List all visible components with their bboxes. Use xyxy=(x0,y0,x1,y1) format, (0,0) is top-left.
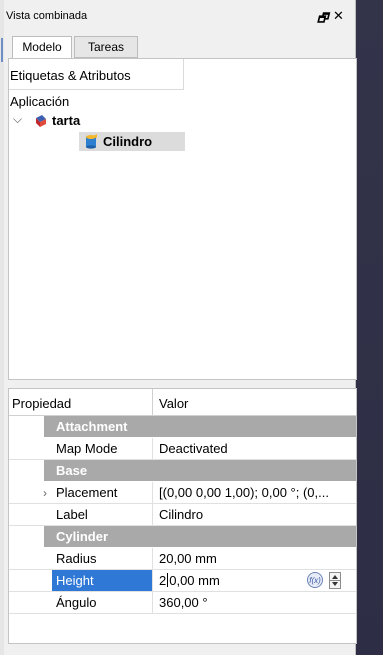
property-key: Radius xyxy=(56,551,97,566)
column-header-property[interactable]: Propiedad xyxy=(12,396,71,411)
application-label: Aplicación xyxy=(10,94,70,109)
height-input[interactable]: 2 0,00 mm xyxy=(159,573,299,588)
group-base[interactable]: Base xyxy=(44,460,356,481)
property-row-radius[interactable]: Radius 20,00 mm xyxy=(9,548,356,570)
property-key: Map Mode xyxy=(56,441,118,456)
combo-view-dock: Vista combinada 🗗 ✕ Modelo Tareas Etique… xyxy=(4,0,357,655)
tree-column-header[interactable]: Etiquetas & Atributos xyxy=(9,59,184,90)
column-header-value[interactable]: Valor xyxy=(159,396,188,411)
column-separator xyxy=(152,592,153,613)
close-icon[interactable]: ✕ xyxy=(333,8,344,24)
dock-title-bar[interactable]: Vista combinada 🗗 ✕ xyxy=(4,8,355,26)
spin-divider xyxy=(330,580,340,581)
group-cylinder[interactable]: Cylinder xyxy=(44,526,356,547)
group-label: Cylinder xyxy=(56,529,109,544)
property-row-angle[interactable]: Ángulo 360,00 ° xyxy=(9,592,356,614)
group-label: Base xyxy=(56,463,88,478)
dock-tab-marker[interactable] xyxy=(1,38,3,62)
document-icon xyxy=(33,113,49,132)
property-key: Placement xyxy=(56,485,118,500)
quantity-spinbox[interactable] xyxy=(329,572,341,589)
tab-modelo[interactable]: Modelo xyxy=(12,36,72,59)
column-separator xyxy=(152,482,153,503)
column-separator xyxy=(152,548,153,569)
value-after-caret: 0,00 mm xyxy=(169,573,220,588)
dock-title: Vista combinada xyxy=(6,10,88,22)
property-value[interactable]: [(0,00 0,00 1,00); 0,00 °; (0,... xyxy=(159,485,331,500)
column-separator xyxy=(152,504,153,525)
chevron-right-icon[interactable]: › xyxy=(43,486,47,500)
tab-tareas[interactable]: Tareas xyxy=(74,36,138,58)
expression-icon[interactable]: f(x) xyxy=(307,572,323,588)
column-separator[interactable] xyxy=(152,389,153,415)
property-key: Label xyxy=(56,507,88,522)
property-value[interactable]: Cilindro xyxy=(159,507,331,522)
property-key: Ángulo xyxy=(56,595,97,610)
value-before-caret: 2 xyxy=(159,573,167,588)
property-value[interactable]: Deactivated xyxy=(159,441,331,456)
property-row-height[interactable]: Height 2 0,00 mm f(x) xyxy=(9,570,356,592)
chevron-down-icon[interactable]: ⌵ xyxy=(13,112,22,127)
3d-view-background[interactable] xyxy=(355,0,383,655)
property-key: Height xyxy=(56,573,94,588)
property-row-placement[interactable]: › Placement [(0,00 0,00 1,00); 0,00 °; (… xyxy=(9,482,356,504)
property-row-label[interactable]: Label Cilindro xyxy=(9,504,356,526)
tree-item-tarta[interactable]: ⌵ tarta xyxy=(13,112,213,130)
model-tree[interactable]: Etiquetas & Atributos Aplicación ⌵ tarta xyxy=(8,58,357,380)
property-value[interactable]: 360,00 ° xyxy=(159,595,331,610)
property-row-map-mode[interactable]: Map Mode Deactivated xyxy=(9,438,356,460)
cylinder-icon xyxy=(83,133,99,152)
property-editor[interactable]: Propiedad Valor Attachment Map Mode Deac… xyxy=(8,388,357,644)
property-table-header: Propiedad Valor xyxy=(9,389,356,416)
tree-header-label: Etiquetas & Atributos xyxy=(10,68,131,83)
float-window-icon[interactable]: 🗗 xyxy=(317,9,328,30)
column-separator xyxy=(152,570,153,591)
tree-item-cilindro[interactable]: Cilindro xyxy=(79,132,185,151)
group-attachment[interactable]: Attachment xyxy=(44,416,356,437)
spin-up-icon[interactable] xyxy=(332,575,338,579)
property-value[interactable]: 20,00 mm xyxy=(159,551,331,566)
tree-item-label: tarta xyxy=(52,113,81,128)
tree-item-label: Cilindro xyxy=(103,134,153,149)
spin-down-icon[interactable] xyxy=(332,582,338,586)
column-separator xyxy=(152,438,153,459)
group-label: Attachment xyxy=(56,419,128,434)
